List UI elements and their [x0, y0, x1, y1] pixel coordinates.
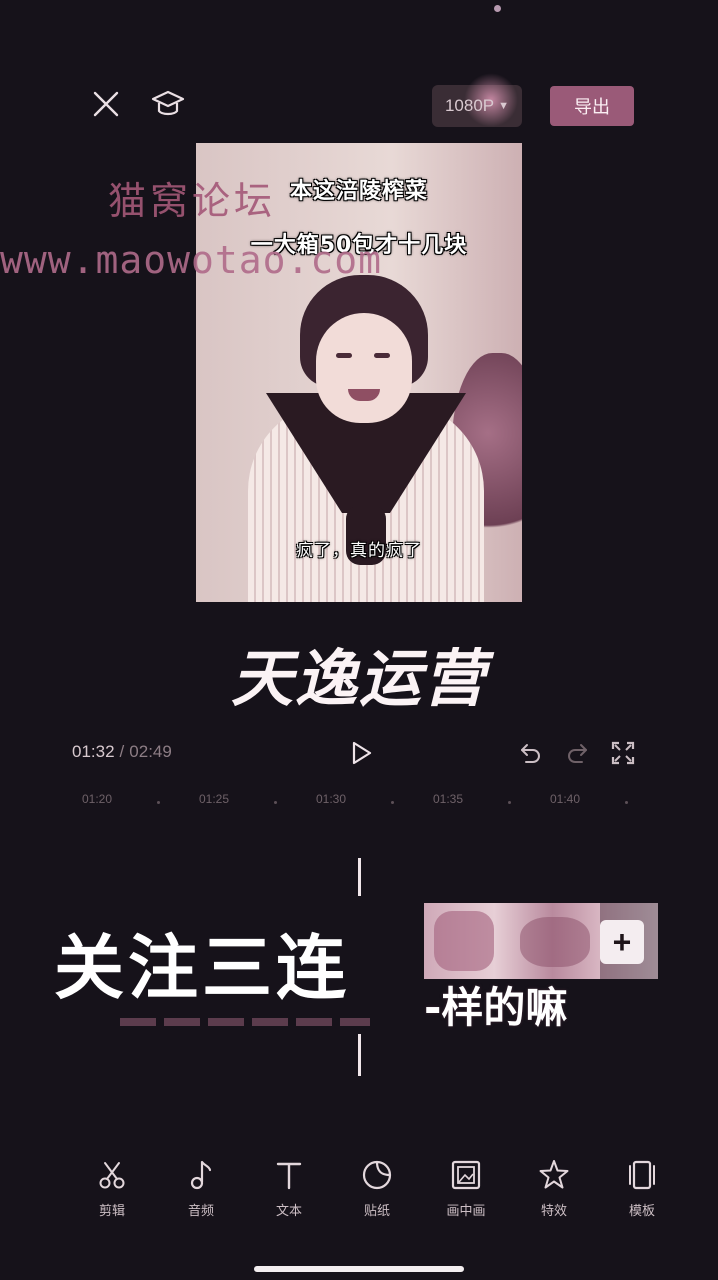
- tool-label: 贴纸: [363, 1204, 390, 1219]
- fullscreen-icon: [611, 741, 635, 765]
- tool-edit[interactable]: 剪辑: [72, 1158, 152, 1219]
- tool-text[interactable]: 文本: [249, 1158, 329, 1219]
- music-note-icon: [190, 1160, 212, 1190]
- redo-icon: [568, 744, 587, 763]
- tool-label: 音频: [187, 1204, 214, 1219]
- tool-label: 画中画: [446, 1204, 486, 1219]
- ruler-tick: 01:25: [199, 792, 230, 806]
- resolution-selector[interactable]: 1080P ▼: [432, 73, 522, 127]
- track-ghost: [120, 1018, 370, 1026]
- watermark-url: www.maowotao.com: [0, 238, 383, 282]
- current-time: 01:32: [72, 742, 115, 761]
- brand-overlay: 天逸运营: [230, 642, 487, 715]
- status-dot: [494, 5, 501, 12]
- export-button[interactable]: 导出: [550, 86, 634, 126]
- play-icon: [352, 741, 372, 765]
- sticker-icon: [362, 1160, 392, 1190]
- tutorial-button[interactable]: [148, 84, 188, 124]
- redo-button[interactable]: [562, 738, 592, 768]
- video-subtitle: 疯了，真的疯了: [296, 541, 422, 561]
- ruler-tick: 01:40: [550, 792, 581, 806]
- bottom-toolbar: 剪辑 音频 文本 贴纸 画中画 特效 模板: [0, 1158, 718, 1228]
- ruler-tick: 01:20: [82, 792, 113, 806]
- tool-label: 模板: [628, 1204, 655, 1219]
- tool-effects[interactable]: 特效: [514, 1158, 594, 1219]
- fullscreen-button[interactable]: [608, 738, 638, 768]
- clip-caption: -样的嘛: [424, 983, 568, 1032]
- playback-time: 01:32/02:49: [72, 742, 172, 762]
- ruler-tick: 01:35: [433, 792, 464, 806]
- tool-audio[interactable]: 音频: [161, 1158, 241, 1219]
- undo-icon: [521, 744, 540, 763]
- chevron-down-icon: ▼: [498, 100, 510, 112]
- home-indicator[interactable]: [254, 1266, 464, 1272]
- add-clip-button[interactable]: +: [600, 920, 644, 964]
- text-icon: [276, 1162, 302, 1190]
- picture-in-picture-icon: [451, 1160, 481, 1190]
- resolution-label: 1080P: [444, 96, 495, 115]
- close-button[interactable]: [88, 86, 124, 122]
- follow-overlay-text: 关注三连: [54, 927, 350, 1009]
- tool-label: 文本: [275, 1204, 302, 1219]
- template-icon: [629, 1160, 655, 1190]
- total-time: 02:49: [129, 742, 172, 761]
- play-button[interactable]: [346, 738, 376, 768]
- watermark-title: 猫窝论坛: [108, 179, 277, 223]
- time-separator: /: [119, 742, 125, 761]
- tool-template[interactable]: 模板: [602, 1158, 682, 1219]
- playhead[interactable]: [358, 858, 361, 1076]
- scissors-icon: [99, 1162, 125, 1189]
- tool-label: 剪辑: [98, 1204, 125, 1219]
- tool-label: 特效: [540, 1204, 567, 1219]
- ruler-tick: 01:30: [316, 792, 347, 806]
- undo-button[interactable]: [516, 738, 546, 768]
- timeline-ruler: 01:20 01:25 01:30 01:35 01:40: [0, 792, 718, 812]
- tool-pip[interactable]: 画中画: [426, 1158, 506, 1219]
- tool-sticker[interactable]: 贴纸: [337, 1158, 417, 1219]
- effects-star-icon: [539, 1160, 569, 1189]
- close-icon: [93, 91, 119, 117]
- graduation-cap-icon: [151, 90, 185, 116]
